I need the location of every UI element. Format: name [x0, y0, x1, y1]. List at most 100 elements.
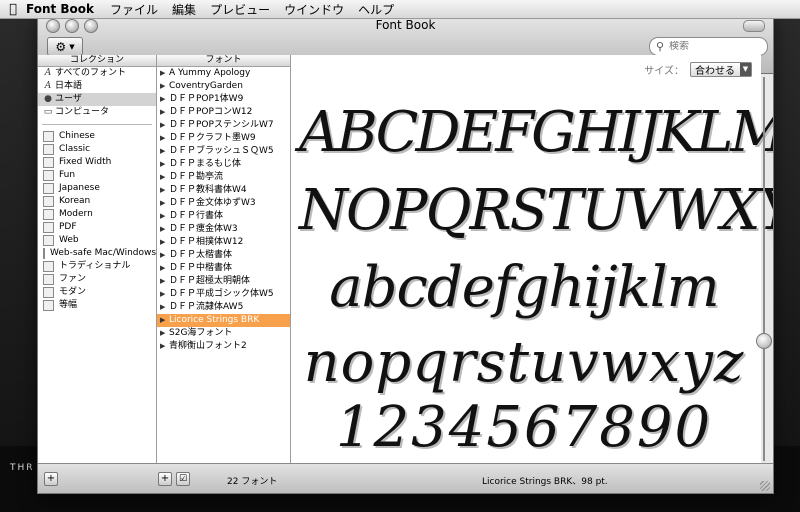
font-item[interactable]: ▶ ＤＦＰ相撲体W12 — [157, 236, 290, 249]
font-item[interactable]: ▶ A Yummy Apology — [157, 67, 290, 80]
book-icon — [43, 261, 54, 272]
font-item[interactable]: ▶ ＤＦＰ勘亭流 — [157, 171, 290, 184]
font-label: ＤＦＰ金文体ゆずW3 — [169, 198, 256, 208]
disclosure-triangle-icon[interactable]: ▶ — [160, 301, 169, 314]
enable-font-checkbox[interactable]: ☑ — [176, 472, 190, 486]
font-item[interactable]: ▶ ＤＦＰクラフト墨W9 — [157, 132, 290, 145]
disclosure-triangle-icon[interactable]: ▶ — [160, 197, 169, 210]
collection-item[interactable]: PDF — [38, 221, 156, 234]
collection-label: すべてのフォント — [55, 68, 127, 78]
gear-icon: ⚙ — [55, 39, 67, 54]
disclosure-triangle-icon[interactable]: ▶ — [160, 184, 169, 197]
collection-item[interactable]: Web — [38, 234, 156, 247]
font-item[interactable]: ▶ ＤＦＰ痩金体W3 — [157, 223, 290, 236]
collection-item[interactable]: モダン — [38, 286, 156, 299]
disclosure-triangle-icon[interactable]: ▶ — [160, 288, 169, 301]
menu-file[interactable]: ファイル — [110, 1, 158, 18]
book-icon — [43, 248, 45, 259]
collections-header[interactable]: コレクション — [38, 55, 156, 67]
disclosure-triangle-icon[interactable]: ▶ — [160, 262, 169, 275]
collection-item[interactable]: Korean — [38, 195, 156, 208]
font-item[interactable]: ▶ ＤＦＰPOPコンW12 — [157, 106, 290, 119]
collection-item[interactable]: Fixed Width — [38, 156, 156, 169]
collection-item[interactable]: Japanese — [38, 182, 156, 195]
disclosure-triangle-icon[interactable]: ▶ — [160, 119, 169, 132]
size-slider-knob[interactable] — [756, 333, 772, 349]
font-item[interactable]: ▶ S2G海フォント — [157, 327, 290, 340]
collection-item-computer[interactable]: ▭ コンピュータ — [38, 106, 156, 119]
toolbar-toggle-button[interactable] — [743, 20, 765, 32]
font-label: ＤＦＰクラフト墨W9 — [169, 133, 256, 143]
font-label: ＤＦＰ超極太明朝体 — [169, 276, 251, 286]
font-item[interactable]: ▶ ＤＦＰ金文体ゆずW3 — [157, 197, 290, 210]
collection-item[interactable]: ファン — [38, 273, 156, 286]
collection-item[interactable]: Web-safe Mac/Windows — [38, 247, 156, 260]
font-label: ＤＦＰ平成ゴシック体W5 — [169, 289, 274, 299]
font-item[interactable]: ▶ ＤＦＰまるもじ体 — [157, 158, 290, 171]
book-icon — [43, 196, 54, 207]
collection-item[interactable]: Modern — [38, 208, 156, 221]
disclosure-triangle-icon[interactable]: ▶ — [160, 275, 169, 288]
fonts-header[interactable]: フォント — [157, 55, 290, 67]
disclosure-triangle-icon[interactable]: ▶ — [160, 158, 169, 171]
font-item[interactable]: ▶ ＤＦＰ教科書体W4 — [157, 184, 290, 197]
collection-item[interactable]: Classic — [38, 143, 156, 156]
disclosure-triangle-icon[interactable]: ▶ — [160, 223, 169, 236]
font-item[interactable]: ▶ 青柳衡山フォント2 — [157, 340, 290, 353]
collection-item-user[interactable]: ● ユーザ — [38, 93, 156, 106]
disclosure-triangle-icon[interactable]: ▶ — [160, 171, 169, 184]
resize-grip-icon[interactable] — [760, 481, 770, 491]
font-item-selected[interactable]: ▶ Licorice Strings BRK — [157, 314, 290, 327]
disclosure-triangle-icon[interactable]: ▶ — [160, 80, 169, 93]
disclosure-triangle-icon[interactable]: ▶ — [160, 236, 169, 249]
disclosure-triangle-icon[interactable]: ▶ — [160, 132, 169, 145]
font-icon: A — [44, 81, 52, 91]
font-item[interactable]: ▶ ＤＦＰブラッシュＳＱW5 — [157, 145, 290, 158]
add-font-button[interactable]: + — [158, 472, 172, 486]
search-field[interactable]: ⚲ — [649, 37, 768, 56]
disclosure-triangle-icon[interactable]: ▶ — [160, 249, 169, 262]
apple-menu-icon[interactable]:  — [0, 2, 26, 17]
book-icon — [43, 274, 54, 285]
status-text: Licorice Strings BRK、98 pt. — [482, 477, 608, 487]
font-label: CoventryGarden — [169, 81, 243, 91]
book-icon — [43, 144, 54, 155]
menu-preview[interactable]: プレビュー — [210, 1, 270, 18]
font-item[interactable]: ▶ ＤＦＰ太楷書体 — [157, 249, 290, 262]
font-label: ＤＦＰブラッシュＳＱW5 — [169, 146, 274, 156]
disclosure-triangle-icon[interactable]: ▶ — [160, 93, 169, 106]
collection-item[interactable]: Fun — [38, 169, 156, 182]
menu-window[interactable]: ウインドウ — [284, 1, 344, 18]
search-input[interactable] — [667, 41, 766, 52]
font-item[interactable]: ▶ ＤＦＰ流隷体AW5 — [157, 301, 290, 314]
disclosure-triangle-icon[interactable]: ▶ — [160, 327, 169, 340]
disclosure-triangle-icon[interactable]: ▶ — [160, 145, 169, 158]
font-item[interactable]: ▶ ＤＦＰ平成ゴシック体W5 — [157, 288, 290, 301]
disclosure-triangle-icon[interactable]: ▶ — [160, 106, 169, 119]
menu-app-name[interactable]: Font Book — [26, 2, 94, 16]
collection-item[interactable]: Chinese — [38, 130, 156, 143]
font-item[interactable]: ▶ CoventryGarden — [157, 80, 290, 93]
chevron-down-icon: ▼ — [69, 42, 75, 51]
size-slider-track[interactable] — [763, 77, 765, 461]
font-item[interactable]: ▶ ＤＦＰPOP1体W9 — [157, 93, 290, 106]
collection-item-all-fonts[interactable]: A すべてのフォント — [38, 67, 156, 80]
disclosure-triangle-icon[interactable]: ▶ — [160, 314, 169, 327]
action-menu-button[interactable]: ⚙ ▼ — [47, 37, 83, 56]
font-item[interactable]: ▶ ＤＦＰ行書体 — [157, 210, 290, 223]
menu-help[interactable]: ヘルプ — [358, 1, 394, 18]
font-item[interactable]: ▶ ＤＦＰPOPステンシルW7 — [157, 119, 290, 132]
book-icon — [43, 170, 54, 181]
disclosure-triangle-icon[interactable]: ▶ — [160, 67, 169, 80]
disclosure-triangle-icon[interactable]: ▶ — [160, 210, 169, 223]
collection-item[interactable]: トラディショナル — [38, 260, 156, 273]
size-popup[interactable]: 合わせる ▼ — [690, 62, 752, 77]
font-item[interactable]: ▶ ＤＦＰ超極太明朝体 — [157, 275, 290, 288]
add-collection-button[interactable]: + — [44, 472, 58, 486]
font-item[interactable]: ▶ ＤＦＰ中楷書体 — [157, 262, 290, 275]
collection-item-japanese[interactable]: A 日本語 — [38, 80, 156, 93]
menu-edit[interactable]: 編集 — [172, 1, 196, 18]
collection-item[interactable]: 等幅 — [38, 299, 156, 312]
disclosure-triangle-icon[interactable]: ▶ — [160, 340, 169, 353]
font-preview-pane: サイズ： 合わせる ▼ ABCDEFGHIJKLM NOPQRSTUVWXYZ … — [291, 55, 773, 463]
